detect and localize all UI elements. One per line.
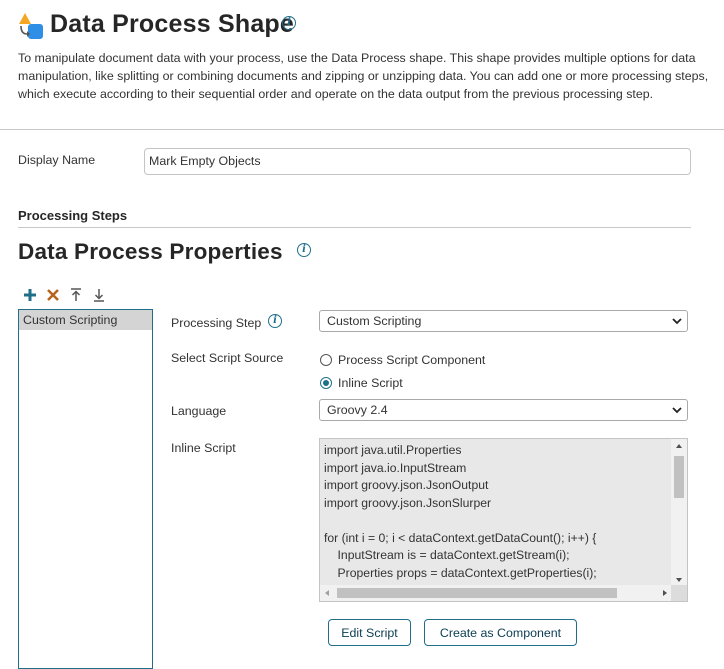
radio-label: Inline Script [338,376,403,390]
chevron-down-icon [672,318,682,325]
script-line: import java.io.InputStream [324,460,467,475]
scroll-right-arrow-icon[interactable] [663,590,667,596]
radio-process-script-component[interactable]: Process Script Component [320,353,485,369]
processing-steps-list[interactable]: Custom Scripting [18,309,153,669]
processing-step-select[interactable]: Custom Scripting [319,310,688,332]
script-line: InputStream is = dataContext.getStream(i… [324,548,570,562]
edit-script-button[interactable]: Edit Script [328,619,411,646]
create-as-component-button[interactable]: Create as Component [424,619,577,646]
radio-button[interactable] [320,354,332,366]
language-label: Language [171,404,227,418]
chevron-down-icon [672,407,682,414]
display-name-input[interactable]: Mark Empty Objects [144,148,691,175]
inline-script-editor[interactable]: import java.util.Properties import java.… [319,438,688,602]
section-divider [18,227,691,228]
move-to-top-icon[interactable] [68,286,84,304]
scrollbar-corner [671,585,687,601]
horizontal-scrollbar[interactable] [320,585,672,601]
display-name-label: Display Name [18,153,96,167]
script-line: import groovy.json.JsonOutput [324,478,489,492]
scroll-up-arrow-icon[interactable] [676,444,682,448]
move-to-bottom-icon[interactable] [91,286,107,304]
processing-step-label: Processing Step [171,316,262,330]
language-value: Groovy 2.4 [327,403,388,417]
script-line: import java.util.Properties [324,443,462,457]
processing-steps-heading: Processing Steps [18,208,128,223]
script-line: import groovy.json.JsonSlurper [324,495,492,510]
scrollbar-thumb[interactable] [337,588,617,598]
list-item[interactable]: Custom Scripting [19,310,152,330]
shape-description: To manipulate document data with your pr… [18,51,709,101]
properties-info-icon[interactable]: i [297,243,311,257]
inline-script-label: Inline Script [171,441,236,455]
processing-step-value: Custom Scripting [327,314,422,328]
radio-inline-script[interactable]: Inline Script [320,376,403,392]
plus-icon[interactable] [22,286,38,304]
scroll-down-arrow-icon[interactable] [676,578,682,582]
script-line [324,512,668,530]
script-text[interactable]: import java.util.Properties import java.… [320,439,672,587]
language-select[interactable]: Groovy 2.4 [319,399,688,421]
scrollbar-thumb[interactable] [674,456,684,498]
shape-header: Data Process Shape i To manipulate docum… [0,0,724,130]
properties-title: Data Process Properties [18,239,283,264]
data-process-shape-icon [19,13,43,39]
script-line: for (int i = 0; i < dataContext.getDataC… [324,530,597,545]
script-line: Properties props = dataContext.getProper… [324,565,597,580]
radio-button-checked[interactable] [320,377,332,389]
radio-label: Process Script Component [338,353,486,367]
script-source-label: Select Script Source [171,351,284,365]
scroll-left-arrow-icon[interactable] [325,590,329,596]
info-icon[interactable]: i [282,16,296,30]
x-icon[interactable] [45,286,61,304]
processing-step-info-icon[interactable]: i [268,314,282,328]
vertical-scrollbar[interactable] [671,439,687,587]
page-title: Data Process Shape [50,10,294,38]
